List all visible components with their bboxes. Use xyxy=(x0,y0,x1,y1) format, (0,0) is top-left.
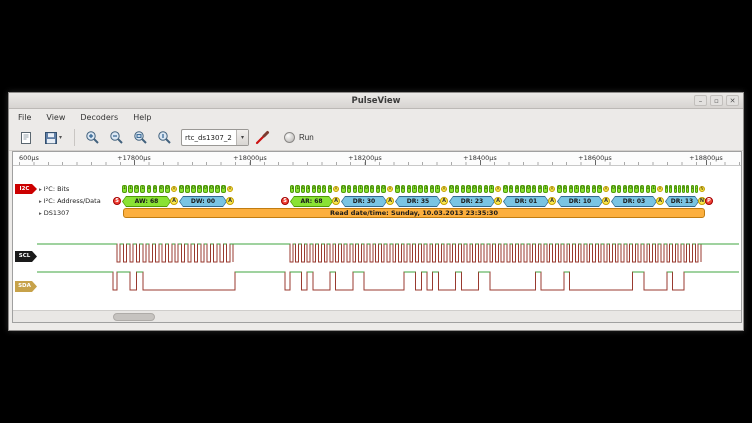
pulseview-window: PulseView – ▫ ✕ File View Decoders Help xyxy=(8,92,744,331)
scrollbar-thumb[interactable] xyxy=(113,313,155,321)
probe-icon xyxy=(255,130,270,145)
window-controls: – ▫ ✕ xyxy=(694,95,739,106)
i2c-ack-annotation: A xyxy=(656,197,664,205)
annotation-label: DR: 10 xyxy=(557,196,603,207)
zoom-fit-button[interactable] xyxy=(130,127,151,148)
i2c-start-annotation: S xyxy=(113,197,121,205)
zoom-out-icon xyxy=(109,130,124,145)
close-button[interactable]: ✕ xyxy=(726,95,739,106)
save-session-button[interactable]: ▾ xyxy=(39,127,67,148)
i2c-ack-annotation: A xyxy=(226,197,234,205)
annotation-label: AR: 68 xyxy=(290,196,333,207)
i2c-addr-write-annotation: AW: 68 xyxy=(122,196,171,207)
row-label-text: DS1307 xyxy=(44,209,70,217)
ruler-major-tick xyxy=(595,160,596,165)
i2c-data-read-annotation: DR: 01 xyxy=(503,196,549,207)
timeline-ruler[interactable]: 600µs +17800µs +18000µs +18200µs +18400µ… xyxy=(13,152,741,166)
ruler-major-tick xyxy=(706,160,707,165)
probe-settings-button[interactable] xyxy=(252,127,273,148)
annotation-label: DR: 23 xyxy=(449,196,495,207)
ruler-label: 600µs xyxy=(19,154,39,162)
zoom-one-to-one-button[interactable] xyxy=(154,127,175,148)
i2c-ack-annotation: A xyxy=(170,197,178,205)
minimize-button[interactable]: – xyxy=(694,95,707,106)
decoder-row-address-data[interactable]: I²C: Address/Data xyxy=(39,197,101,205)
titlebar[interactable]: PulseView – ▫ ✕ xyxy=(9,93,743,109)
horizontal-scrollbar[interactable] xyxy=(13,310,741,322)
ruler-major-tick xyxy=(134,160,135,165)
row-label-text: I²C: Address/Data xyxy=(44,197,101,205)
maximize-button[interactable]: ▫ xyxy=(710,95,723,106)
new-session-button[interactable] xyxy=(15,127,36,148)
screen-background: PulseView – ▫ ✕ File View Decoders Help xyxy=(0,0,752,423)
zoom-fit-icon xyxy=(133,130,148,145)
chevron-down-icon: ▾ xyxy=(59,134,62,141)
save-session-icon xyxy=(44,131,58,145)
annotation-label: DR: 30 xyxy=(341,196,387,207)
zoom-in-button[interactable] xyxy=(82,127,103,148)
sda-waveform xyxy=(13,268,741,296)
i2c-data-read-annotation: DR: 23 xyxy=(449,196,495,207)
i2c-ack-annotation: A xyxy=(602,197,610,205)
annotation-label: DR: 03 xyxy=(611,196,657,207)
i2c-data-write-annotation: DW: 00 xyxy=(179,196,227,207)
i2c-data-read-annotation: DR: 30 xyxy=(341,196,387,207)
ruler-major-tick xyxy=(480,160,481,165)
ds1307-summary-annotation: Read date/time: Sunday, 10.03.2013 23:35… xyxy=(123,208,705,218)
new-session-icon xyxy=(19,131,33,145)
menu-decoders[interactable]: Decoders xyxy=(80,113,118,122)
session-file-combobox[interactable]: rtc_ds1307_2 ▾ xyxy=(181,129,249,146)
combobox-value: rtc_ds1307_2 xyxy=(182,134,236,142)
run-button[interactable]: Run xyxy=(284,132,314,143)
annotation-label: DR: 13 xyxy=(665,196,699,207)
zoom-one-to-one-icon xyxy=(157,130,172,145)
i2c-data-read-annotation: DR: 13 xyxy=(665,196,699,207)
i2c-data-read-annotation: DR: 03 xyxy=(611,196,657,207)
menu-file[interactable]: File xyxy=(18,113,31,122)
trace-view[interactable]: 11010000A00000000A11010001A00110000A0011… xyxy=(13,166,741,311)
i2c-ack-annotation: A xyxy=(440,197,448,205)
toolbar: ▾ xyxy=(9,125,743,151)
annotation-label: DW: 00 xyxy=(179,196,227,207)
i2c-addr-read-annotation: AR: 68 xyxy=(290,196,333,207)
i2c-stop-annotation: P xyxy=(705,197,713,205)
menu-view[interactable]: View xyxy=(46,113,65,122)
row-label-text: I²C: Bits xyxy=(44,185,70,193)
i2c-start-annotation: S xyxy=(281,197,289,205)
toolbar-separator xyxy=(74,129,75,146)
decoder-row-bits[interactable]: I²C: Bits xyxy=(39,185,69,193)
window-title: PulseView xyxy=(352,96,401,106)
i2c-ack-annotation: A xyxy=(548,197,556,205)
zoom-in-icon xyxy=(85,130,100,145)
menu-help[interactable]: Help xyxy=(133,113,151,122)
annotation-label: AW: 68 xyxy=(122,196,171,207)
scl-waveform xyxy=(13,240,741,268)
decoder-row-ds1307[interactable]: DS1307 xyxy=(39,209,69,217)
i2c-data-read-annotation: DR: 35 xyxy=(395,196,441,207)
chevron-down-icon: ▾ xyxy=(236,130,248,145)
zoom-out-button[interactable] xyxy=(106,127,127,148)
run-led-icon xyxy=(284,132,295,143)
i2c-data-read-annotation: DR: 10 xyxy=(557,196,603,207)
ruler-major-tick xyxy=(250,160,251,165)
i2c-ack-annotation: A xyxy=(332,197,340,205)
ruler-major-tick xyxy=(365,160,366,165)
ruler-minor-ticks xyxy=(19,162,741,165)
annotation-label: DR: 35 xyxy=(395,196,441,207)
menu-bar: File View Decoders Help xyxy=(9,109,743,125)
annotation-label: DR: 01 xyxy=(503,196,549,207)
capture-view: 600µs +17800µs +18000µs +18200µs +18400µ… xyxy=(12,151,742,323)
i2c-ack-annotation: A xyxy=(494,197,502,205)
i2c-ack-annotation: A xyxy=(386,197,394,205)
run-label: Run xyxy=(299,133,314,142)
